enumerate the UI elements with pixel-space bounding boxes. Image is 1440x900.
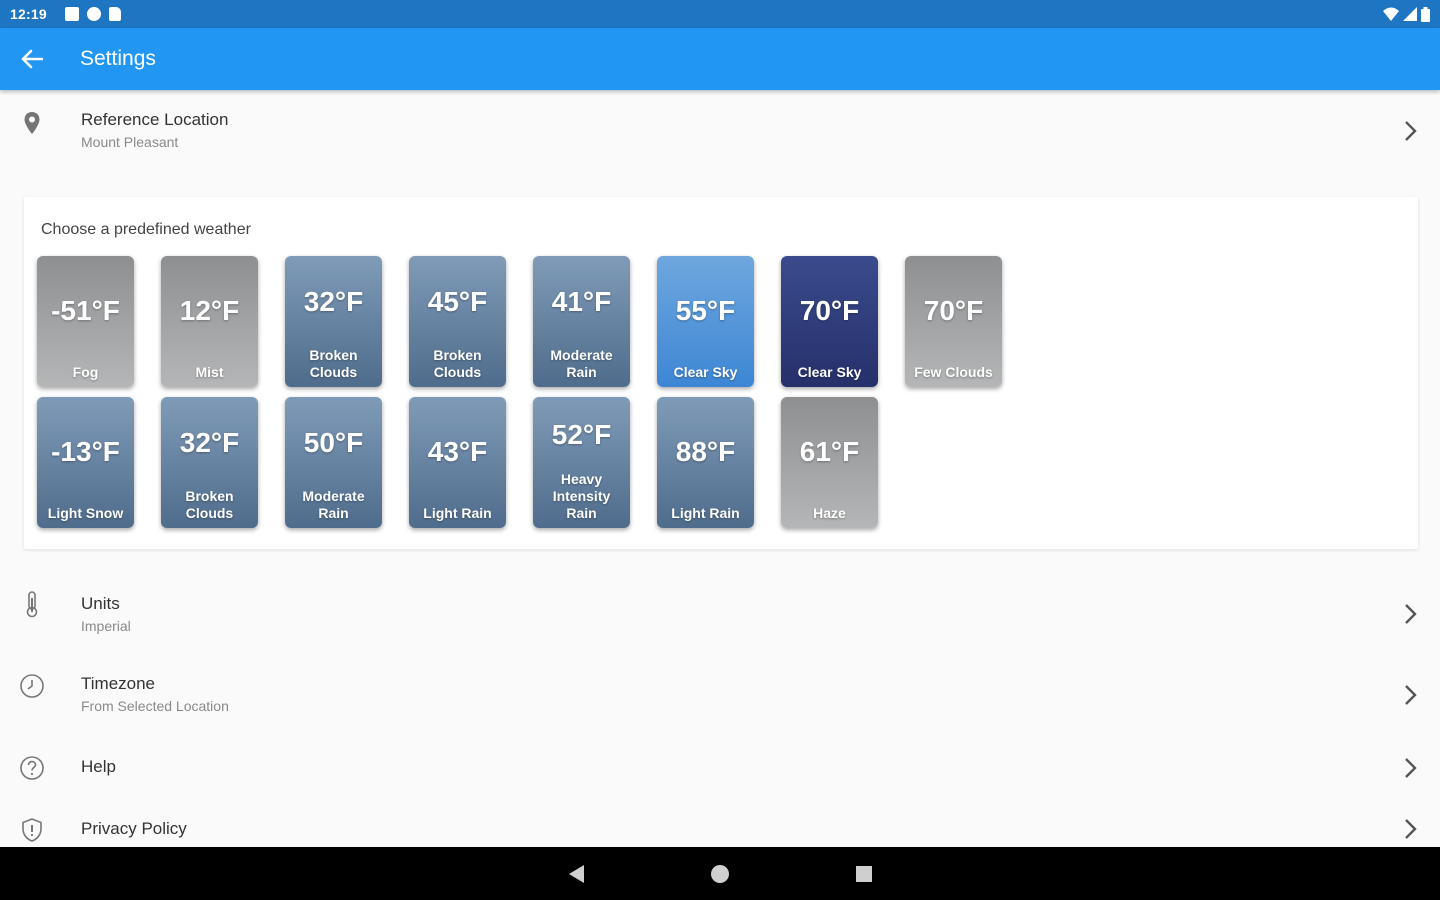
timezone-row[interactable]: Timezone From Selected Location — [0, 662, 1440, 728]
weather-tile-condition: Moderate Rain — [302, 488, 365, 521]
weather-tile-condition: Broken Clouds — [309, 347, 358, 380]
back-button[interactable] — [0, 28, 64, 90]
thermometer-icon — [18, 590, 46, 618]
weather-tile-condition: Broken Clouds — [185, 488, 234, 521]
weather-heading: Choose a predefined weather — [41, 221, 251, 238]
weather-tile-condition: Heavy Intensity Rain — [552, 471, 611, 521]
weather-tile-grid: -51°F Fog 12°F Mist 32°F Broken Clouds 45°F Bro… — [37, 256, 1002, 528]
weather-tile-condition: Moderate Rain — [550, 347, 613, 380]
sync-icon — [86, 7, 101, 21]
privacy-policy-row[interactable]: Privacy Policy — [0, 809, 1440, 847]
weather-tile[interactable]: 70°F Clear Sky — [781, 256, 878, 387]
signal-icon — [1403, 7, 1417, 21]
weather-tile-temperature: 70°F — [923, 295, 984, 326]
weather-tile[interactable]: 50°F Moderate Rain — [285, 397, 382, 528]
arrow-back-icon — [21, 49, 43, 69]
weather-tile-condition: Light Rain — [671, 505, 740, 521]
timezone-value: From Selected Location — [81, 698, 229, 714]
weather-tile-temperature: 88°F — [675, 436, 736, 467]
weather-tile-temperature: -51°F — [51, 295, 120, 326]
weather-tile[interactable]: 52°F Heavy Intensity Rain — [533, 397, 630, 528]
status-time: 12:19 — [10, 6, 47, 22]
weather-tile-condition: Light Snow — [47, 505, 124, 521]
shield-icon — [18, 816, 46, 844]
battery-icon — [1421, 6, 1430, 22]
weather-tile[interactable]: 32°F Broken Clouds — [161, 397, 258, 528]
weather-tile-temperature: 52°F — [551, 419, 612, 450]
reference-location-value: Mount Pleasant — [81, 134, 179, 150]
weather-tile-temperature: 41°F — [551, 286, 612, 317]
clock-icon — [18, 672, 46, 700]
weather-tile-temperature: 50°F — [303, 427, 364, 458]
nav-recents-button[interactable] — [834, 847, 894, 900]
wifi-icon — [1383, 7, 1399, 21]
notification-icons — [64, 7, 121, 21]
weather-tile-condition: Clear Sky — [797, 364, 862, 380]
location-pin-icon — [18, 109, 46, 137]
system-nav-bar — [0, 847, 1440, 900]
weather-tile-temperature: 55°F — [675, 295, 736, 326]
weather-tile[interactable]: 61°F Haze — [781, 397, 878, 528]
weather-tile-temperature: 12°F — [179, 295, 240, 326]
weather-tile-temperature: 32°F — [303, 286, 364, 317]
circle-home-icon — [711, 864, 729, 883]
weather-tile[interactable]: 55°F Clear Sky — [657, 256, 754, 387]
weather-tile-condition: Broken Clouds — [433, 347, 482, 380]
weather-tile-condition: Light Rain — [423, 505, 492, 521]
weather-tile-temperature: 45°F — [427, 286, 488, 317]
weather-tile-temperature: 70°F — [799, 295, 860, 326]
square-recents-icon — [856, 865, 872, 882]
weather-tile-condition: Fog — [72, 364, 99, 380]
reference-location-title: Reference Location — [81, 110, 229, 129]
nav-back-button[interactable] — [546, 847, 606, 900]
triangle-back-icon — [569, 864, 584, 883]
weather-tile[interactable]: 70°F Few Clouds — [905, 256, 1002, 387]
reference-location-row[interactable]: Reference Location Mount Pleasant — [0, 95, 1440, 167]
help-icon — [18, 754, 46, 782]
sd-card-icon — [108, 7, 121, 21]
weather-tile-temperature: 43°F — [427, 436, 488, 467]
weather-tile[interactable]: -13°F Light Snow — [37, 397, 134, 528]
weather-tile-temperature: 32°F — [179, 427, 240, 458]
predefined-weather-card: Choose a predefined weather -51°F Fog 12°F… — [24, 197, 1418, 549]
system-icons — [1383, 6, 1430, 22]
help-row[interactable]: Help — [0, 745, 1440, 791]
chevron-right-icon — [1405, 121, 1417, 141]
privacy-policy-title: Privacy Policy — [81, 819, 187, 838]
weather-tile-temperature: -13°F — [51, 436, 120, 467]
weather-tile[interactable]: 43°F Light Rain — [409, 397, 506, 528]
nav-home-button[interactable] — [690, 847, 750, 900]
help-title: Help — [81, 757, 116, 776]
weather-tile[interactable]: -51°F Fog — [37, 256, 134, 387]
weather-tile[interactable]: 32°F Broken Clouds — [285, 256, 382, 387]
units-value: Imperial — [81, 618, 131, 634]
notification-icon — [64, 7, 79, 21]
weather-tile[interactable]: 45°F Broken Clouds — [409, 256, 506, 387]
chevron-right-icon — [1405, 758, 1417, 778]
weather-tile-condition: Clear Sky — [673, 364, 738, 380]
chevron-right-icon — [1405, 604, 1417, 624]
units-title: Units — [81, 594, 120, 613]
weather-tile[interactable]: 88°F Light Rain — [657, 397, 754, 528]
status-bar: 12:19 — [0, 0, 1440, 28]
weather-tile-condition: Mist — [195, 364, 224, 380]
weather-tile-condition: Haze — [813, 505, 846, 521]
app-bar: Settings — [0, 28, 1440, 90]
weather-tile[interactable]: 12°F Mist — [161, 256, 258, 387]
timezone-title: Timezone — [81, 674, 156, 693]
units-row[interactable]: Units Imperial — [0, 580, 1440, 646]
chevron-right-icon — [1405, 819, 1417, 839]
weather-tile-temperature: 61°F — [799, 436, 860, 467]
chevron-right-icon — [1405, 685, 1417, 705]
weather-tile[interactable]: 41°F Moderate Rain — [533, 256, 630, 387]
page-title: Settings — [80, 47, 156, 70]
weather-tile-condition: Few Clouds — [914, 364, 993, 380]
